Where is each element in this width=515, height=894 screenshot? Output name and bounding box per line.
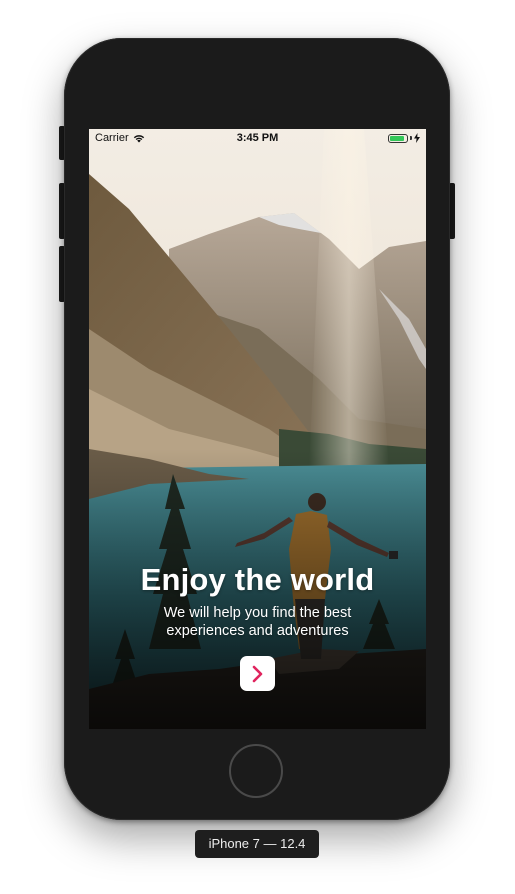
- bolt-icon: [414, 133, 420, 143]
- battery-tip: [410, 136, 412, 140]
- next-button[interactable]: [240, 656, 275, 691]
- battery-indicator: [388, 133, 420, 143]
- battery-level-fill: [390, 135, 404, 141]
- chevron-right-icon: [252, 665, 262, 682]
- battery-icon: [388, 133, 408, 143]
- onboarding-subtitle: We will help you find the best experienc…: [163, 605, 352, 639]
- status-bar: Carrier 3:45 PM: [89, 129, 426, 147]
- app-screen: Carrier 3:45 PM Enjoy the world We will …: [89, 129, 426, 729]
- status-time: 3:45 PM: [236, 132, 279, 144]
- simulator-device-label: iPhone 7 — 12.4: [195, 830, 319, 858]
- home-button[interactable]: [229, 744, 283, 798]
- onboarding-title: Enjoy the world: [140, 562, 375, 597]
